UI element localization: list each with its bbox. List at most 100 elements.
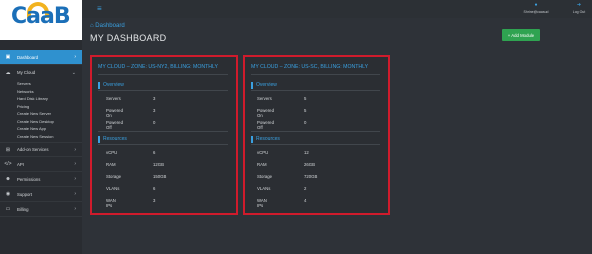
chevron-right-icon: › <box>74 161 76 167</box>
stat-value: 12 <box>304 150 309 155</box>
divider <box>251 144 380 145</box>
logout-icon: ➜ <box>576 2 582 8</box>
panel-title: MY CLOUD – ZONE: US-SC, BILLING: MONTHLY <box>251 64 369 70</box>
divider <box>98 131 228 132</box>
card-icon: ▭ <box>5 206 11 212</box>
section-accent <box>251 136 253 143</box>
stat-label: Storage <box>106 174 122 179</box>
stat-value: 3 <box>153 96 156 101</box>
stat-label: VLANs <box>106 186 120 191</box>
sidebar-item-label: API <box>17 161 24 167</box>
divider <box>98 90 228 91</box>
logout-button[interactable]: ➜ Log Out <box>564 2 592 14</box>
lifebuoy-icon: ◉ <box>5 191 11 197</box>
sidebar-item-label: Dashboard <box>17 54 39 60</box>
sidebar-item-api[interactable]: </> API › <box>0 157 82 172</box>
divider <box>98 144 228 145</box>
breadcrumb-label: Dashboard <box>95 23 125 29</box>
sidebar-subitem-create-server[interactable]: Create New Server <box>0 110 82 118</box>
sidebar-subitem-create-app[interactable]: Create New App <box>0 125 82 133</box>
stat-value: 3 <box>153 108 156 113</box>
sidebar-item-billing[interactable]: ▭ Billing › <box>0 202 82 217</box>
overview-label: Overview <box>256 82 277 88</box>
divider <box>251 131 380 132</box>
stat-label: Powered On <box>257 108 274 118</box>
sidebar-subitem-create-session[interactable]: Create New Session <box>0 133 82 141</box>
section-accent <box>98 82 100 89</box>
chevron-right-icon: › <box>74 146 76 153</box>
menu-toggle-icon[interactable]: ≡ <box>97 5 102 13</box>
sidebar-item-permissions[interactable]: ☻ Permissions › <box>0 172 82 187</box>
cloud-icon: ☁ <box>5 69 11 76</box>
divider <box>251 74 380 75</box>
stat-value: 150GB <box>153 174 167 179</box>
logo-text: CaaB <box>11 4 71 29</box>
stat-value: 5 <box>304 96 307 101</box>
stat-value: 12GB <box>153 162 164 167</box>
resources-section-header: Resources <box>98 135 228 145</box>
stat-label: Servers <box>106 96 121 101</box>
stat-value: 5 <box>304 108 307 113</box>
sidebar-item-support[interactable]: ◉ Support › <box>0 187 82 202</box>
cloud-panel-us-sc: MY CLOUD – ZONE: US-SC, BILLING: MONTHLY… <box>243 55 390 215</box>
sidebar-subitem-networks[interactable]: Networks <box>0 88 82 96</box>
user-icon: ● <box>534 2 538 8</box>
logout-label: Log Out <box>572 10 586 14</box>
divider <box>98 74 228 75</box>
stat-label: RAM <box>106 162 116 167</box>
section-accent <box>251 82 253 89</box>
cloud-panel-us-ny2: MY CLOUD – ZONE: US-NY2, BILLING: MONTHL… <box>90 55 238 215</box>
section-accent <box>98 136 100 143</box>
divider <box>251 90 380 91</box>
stat-value: 26GB <box>304 162 315 167</box>
stat-value: 4 <box>304 198 307 203</box>
stat-label: Servers <box>257 96 272 101</box>
stat-value: 6 <box>153 150 156 155</box>
sidebar-item-add-on-services[interactable]: ⊞ Add-on Services › <box>0 142 82 157</box>
sidebar-item-label: Permissions <box>17 176 41 182</box>
home-icon: ▣ <box>5 54 11 60</box>
stat-label: vCPU <box>106 150 118 155</box>
resources-label: Resources <box>103 136 127 142</box>
breadcrumb[interactable]: ⌂ Dashboard <box>90 23 125 29</box>
app-root: CaaB ▣ Dashboard › ☁ My Cloud ⌄ Servers … <box>0 0 592 254</box>
stat-label: vCPU <box>257 150 269 155</box>
sidebar-item-label: Support <box>17 191 33 197</box>
chevron-right-icon: › <box>74 176 76 182</box>
chevron-right-icon: › <box>74 191 76 197</box>
sidebar-item-my-cloud[interactable]: ☁ My Cloud ⌄ <box>0 65 82 80</box>
panel-title: MY CLOUD – ZONE: US-NY2, BILLING: MONTHL… <box>98 64 219 70</box>
sidebar-item-label: Add-on Services <box>17 147 49 152</box>
users-icon: ☻ <box>5 176 11 182</box>
overview-section-header: Overview <box>251 81 380 91</box>
chevron-right-icon: › <box>74 54 76 60</box>
user-menu[interactable]: ● Shrine@caasud <box>521 2 551 14</box>
resources-label: Resources <box>256 136 280 142</box>
stat-label: Storage <box>257 174 273 179</box>
stat-label: WAN IPs <box>257 198 267 208</box>
page-title: MY DASHBOARD <box>90 33 167 43</box>
stat-value: 2 <box>304 186 307 191</box>
overview-section-header: Overview <box>98 81 228 91</box>
chevron-right-icon: › <box>74 206 76 212</box>
resources-section-header: Resources <box>251 135 380 145</box>
sidebar: CaaB ▣ Dashboard › ☁ My Cloud ⌄ Servers … <box>0 0 82 254</box>
stat-label: RAM <box>257 162 267 167</box>
add-module-button[interactable]: + Add Module <box>502 29 540 41</box>
stat-value: 720GB <box>304 174 318 179</box>
stat-value: 0 <box>304 120 307 125</box>
topbar: ≡ ● Shrine@caasud ➜ Log Out <box>82 0 592 18</box>
sidebar-item-dashboard[interactable]: ▣ Dashboard › <box>0 50 82 65</box>
sidebar-subitem-hard-disk-library[interactable]: Hard Disk Library <box>0 95 82 103</box>
sidebar-nav: ▣ Dashboard › ☁ My Cloud ⌄ Servers Netwo… <box>0 50 82 217</box>
sidebar-subitem-create-desktop[interactable]: Create New Desktop <box>0 118 82 126</box>
puzzle-icon: ⊞ <box>5 146 11 153</box>
sidebar-subitem-pricing[interactable]: Pricing <box>0 103 82 111</box>
home-icon: ⌂ <box>90 23 94 29</box>
stat-label: WAN IPs <box>106 198 116 208</box>
sidebar-subitem-servers[interactable]: Servers <box>0 80 82 88</box>
user-label: Shrine@caasud <box>523 10 549 14</box>
stat-label: Powered Off <box>106 120 123 130</box>
logo[interactable]: CaaB <box>0 0 82 40</box>
sidebar-item-label: My Cloud <box>17 70 36 75</box>
